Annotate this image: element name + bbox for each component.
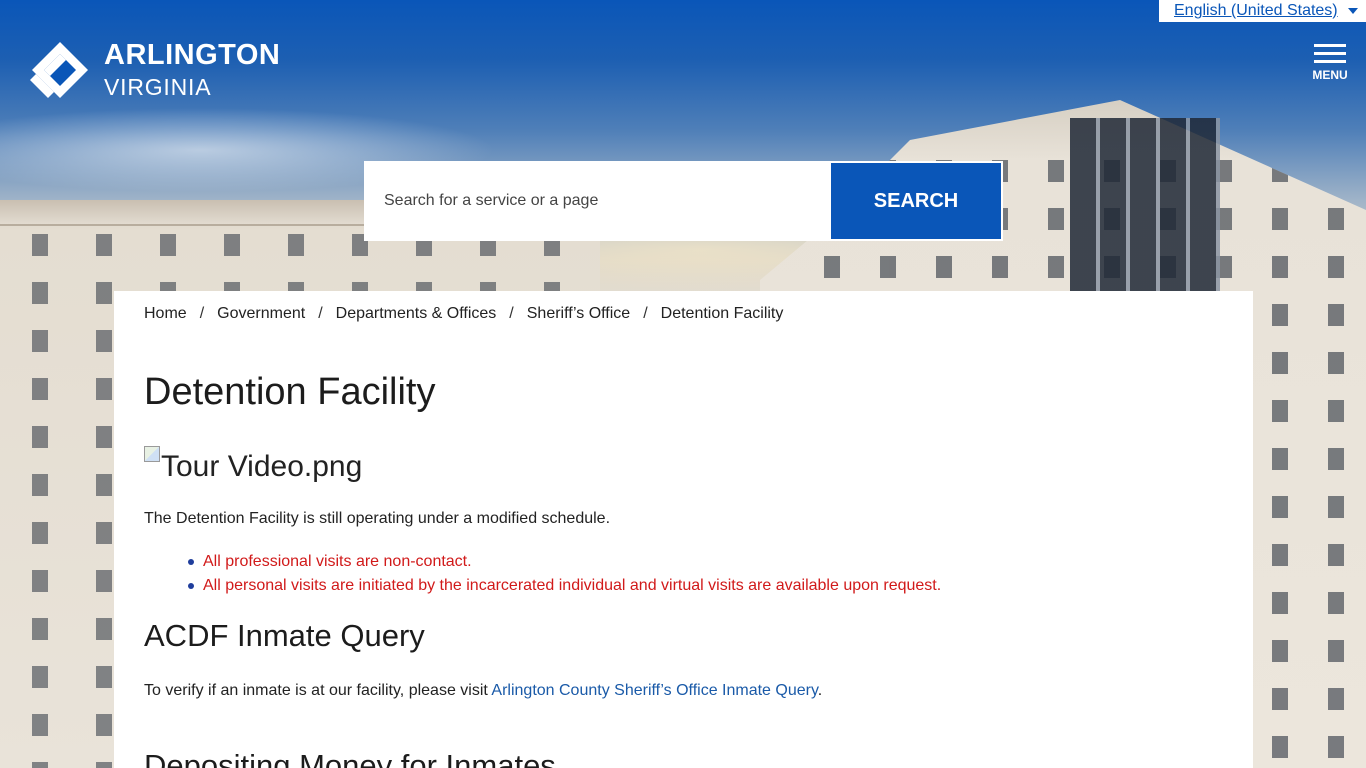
logo-title: ARLINGTON: [104, 39, 281, 71]
language-selector[interactable]: English (United States): [1159, 0, 1366, 22]
broken-image-icon: [144, 446, 160, 462]
inmate-query-text-after: .: [817, 682, 823, 699]
inmate-query-link[interactable]: Arlington County Sheriff’s Office Inmate…: [491, 682, 817, 699]
breadcrumb-government[interactable]: Government: [217, 305, 305, 323]
breadcrumb-sheriffs-office[interactable]: Sheriff’s Office: [527, 305, 630, 323]
breadcrumb-separator: /: [643, 305, 648, 322]
breadcrumb-departments[interactable]: Departments & Offices: [336, 305, 497, 323]
page-title: Detention Facility: [144, 371, 436, 413]
inmate-query-text-before: To verify if an inmate is at our facilit…: [144, 682, 492, 699]
hamburger-icon: [1314, 44, 1346, 47]
inmate-query-text: To verify if an inmate is at our facilit…: [144, 682, 1223, 700]
image-alt-text: Tour Video.png: [161, 450, 363, 483]
breadcrumb-separator: /: [318, 305, 323, 322]
menu-label: MENU: [1312, 68, 1348, 82]
logo-subtitle: VIRGINIA: [104, 74, 212, 100]
breadcrumb: Home / Government / Departments & Office…: [144, 291, 1223, 337]
breadcrumb-separator: /: [199, 305, 205, 322]
search-button[interactable]: SEARCH: [831, 163, 1001, 239]
section-heading-depositing-money: Depositing Money for Inmates: [144, 748, 556, 768]
breadcrumb-home[interactable]: Home: [144, 305, 187, 323]
menu-button[interactable]: MENU: [1308, 44, 1352, 82]
breadcrumb-separator: /: [509, 305, 514, 322]
arlington-logo-icon: [30, 40, 90, 100]
caret-down-icon[interactable]: [1347, 8, 1358, 14]
search-bar: SEARCH: [364, 161, 1003, 241]
main-content: Home / Government / Departments & Office…: [114, 291, 1253, 768]
search-input[interactable]: [364, 161, 830, 241]
breadcrumb-current: Detention Facility: [660, 305, 784, 322]
list-item: All professional visits are non-contact.: [188, 550, 1223, 574]
intro-text: The Detention Facility is still operatin…: [144, 510, 611, 527]
tour-video-image[interactable]: Tour Video.png: [144, 444, 1223, 484]
site-logo[interactable]: ARLINGTON VIRGINIA: [30, 40, 280, 100]
language-selected[interactable]: English (United States): [1174, 2, 1338, 20]
section-heading-inmate-query: ACDF Inmate Query: [144, 618, 425, 653]
list-item: All personal visits are initiated by the…: [188, 574, 1223, 598]
visit-alerts-list: All professional visits are non-contact.…: [188, 550, 1223, 598]
